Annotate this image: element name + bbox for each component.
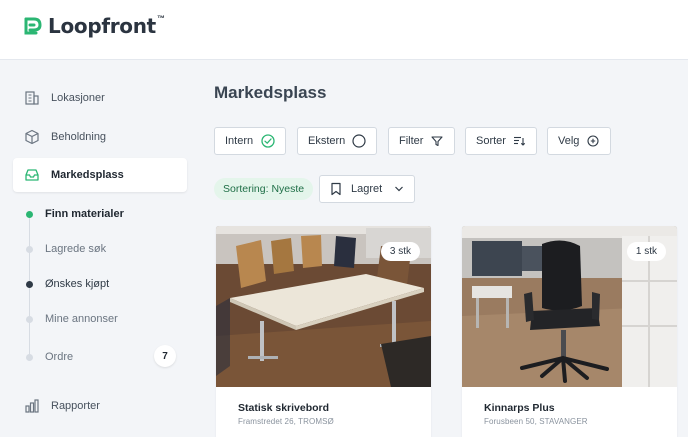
submenu-item-onskes-kjopt[interactable]: Ønskes kjøpt — [24, 274, 184, 294]
button-label: Ekstern — [308, 135, 346, 147]
plus-circle-icon — [587, 135, 599, 147]
order-count-badge: 7 — [154, 345, 176, 367]
status-dot — [26, 353, 33, 361]
button-label: Intern — [225, 135, 254, 147]
bar-chart-icon — [25, 399, 39, 413]
submenu-label: Lagrede søk — [45, 243, 107, 255]
empty-circle-icon — [352, 134, 366, 148]
check-circle-icon — [261, 134, 275, 148]
select-button[interactable]: Velg — [547, 127, 611, 155]
listing-address: Forusbeen 50, STAVANGER — [484, 417, 588, 426]
sort-list-icon — [514, 136, 526, 146]
listing-address: Framstredet 26, TROMSØ — [238, 417, 334, 426]
status-dot — [26, 245, 33, 253]
listing-title: Statisk skrivebord — [238, 402, 330, 414]
button-label: Sorter — [476, 135, 506, 147]
sidebar-item-lokasjoner[interactable]: Lokasjoner — [13, 81, 187, 115]
loopfront-logo[interactable]: Loopfront ™ — [23, 14, 165, 38]
sidebar-item-label: Rapporter — [51, 400, 100, 412]
button-label: Velg — [558, 135, 580, 147]
listing-card[interactable]: 3 stk Statisk skrivebord Framstredet 26,… — [216, 226, 431, 437]
intern-toggle-button[interactable]: Intern — [214, 127, 286, 155]
sidebar-item-markedsplass[interactable]: Markedsplass — [13, 158, 187, 192]
sidebar-item-label: Beholdning — [51, 131, 107, 143]
building-icon — [25, 91, 39, 105]
page-title: Markedsplass — [214, 83, 327, 102]
ekstern-toggle-button[interactable]: Ekstern — [297, 127, 377, 155]
submenu-label: Finn materialer — [45, 208, 124, 220]
button-label: Filter — [399, 135, 424, 147]
sidebar-item-beholdning[interactable]: Beholdning — [13, 120, 187, 154]
main-content: Markedsplass Intern Ekstern Filter Sorte… — [200, 61, 688, 437]
filter-button[interactable]: Filter — [388, 127, 455, 155]
sort-order-chip[interactable]: Sortering: Nyeste — [214, 178, 314, 200]
status-dot — [26, 210, 33, 218]
sidebar-item-rapporter[interactable]: Rapporter — [13, 389, 187, 423]
inbox-tray-icon — [25, 169, 39, 181]
listing-title: Kinnarps Plus — [484, 402, 555, 414]
submenu-item-lagrede-sok[interactable]: Lagrede søk — [24, 239, 184, 259]
listing-card[interactable]: 1 stk Kinnarps Plus Forusbeen 50, STAVAN… — [462, 226, 677, 437]
saved-searches-dropdown[interactable]: Lagret — [319, 175, 415, 203]
loopfront-logo-icon — [24, 17, 42, 35]
box-icon — [25, 129, 39, 145]
submenu-label: Mine annonser — [45, 313, 118, 325]
submenu-item-finn-materialer[interactable]: Finn materialer — [24, 204, 184, 224]
trademark-symbol: ™ — [156, 13, 165, 23]
quantity-badge: 3 stk — [380, 242, 420, 261]
submenu-label: Ønskes kjøpt — [45, 278, 110, 290]
brand-name: Loopfront — [48, 14, 156, 38]
top-bar: Loopfront ™ — [0, 0, 688, 60]
sidebar-item-label: Markedsplass — [51, 169, 124, 181]
status-dot — [26, 315, 33, 323]
chevron-down-icon — [395, 186, 403, 192]
funnel-icon — [431, 136, 443, 147]
sidebar: Lokasjoner Beholdning Markedsplass Finn … — [0, 61, 200, 437]
quantity-badge: 1 stk — [626, 242, 666, 261]
dropdown-label: Lagret — [351, 183, 383, 195]
submenu-item-ordre[interactable]: Ordre 7 — [24, 345, 176, 367]
submenu-item-mine-annonser[interactable]: Mine annonser — [24, 309, 184, 329]
submenu-label: Ordre — [45, 351, 74, 363]
bookmark-icon — [331, 182, 341, 196]
sort-button[interactable]: Sorter — [465, 127, 537, 155]
sidebar-item-label: Lokasjoner — [51, 92, 105, 104]
status-dot — [26, 280, 33, 288]
